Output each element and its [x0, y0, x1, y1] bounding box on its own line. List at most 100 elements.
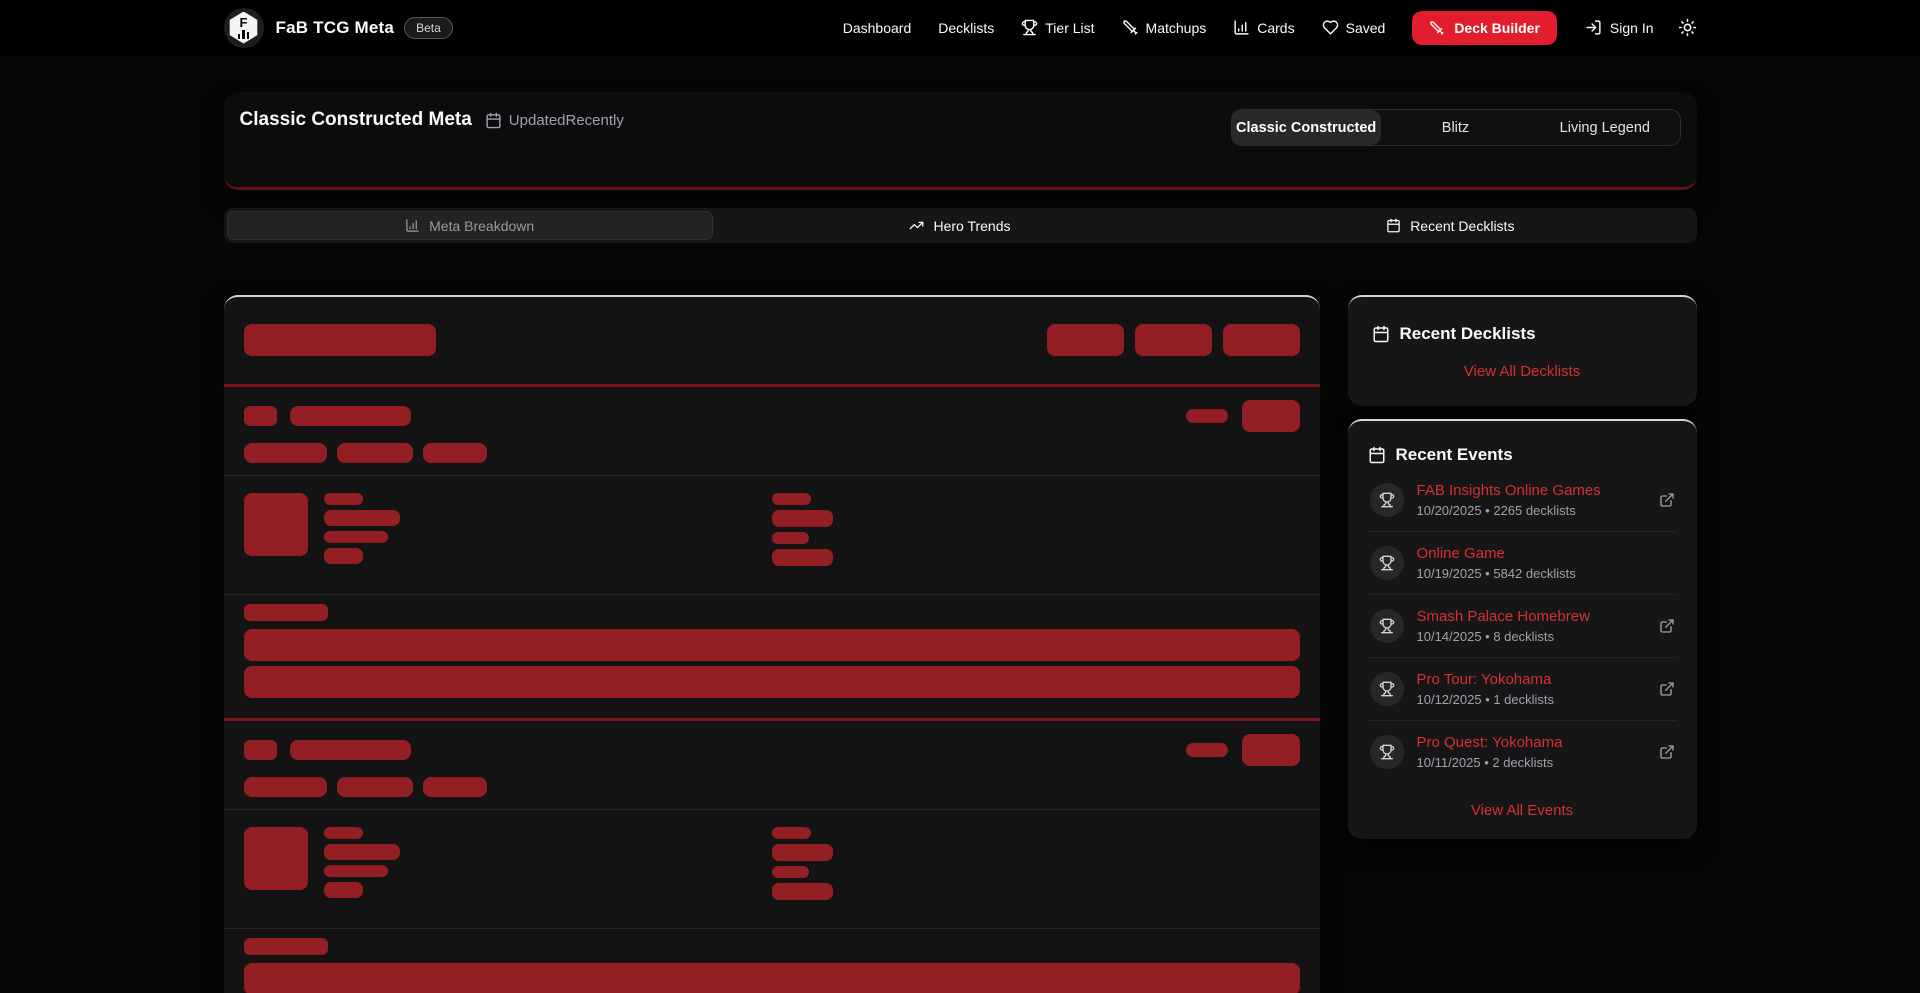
event-name[interactable]: Pro Quest: Yokohama — [1417, 734, 1563, 751]
brand-logo[interactable]: F — [224, 8, 264, 48]
skeleton-line — [324, 827, 363, 839]
skeleton-line — [772, 827, 811, 839]
skeleton-label — [244, 938, 328, 955]
skeleton-tag — [423, 443, 487, 463]
event-meta: 10/14/2025 • 8 decklists — [1417, 629, 1590, 644]
nav-saved[interactable]: Saved — [1322, 19, 1386, 36]
section-head-left — [244, 740, 411, 760]
external-link-icon[interactable] — [1659, 744, 1675, 760]
skeleton-line — [772, 549, 833, 566]
meta-card-header — [224, 297, 1320, 384]
recent-events-heading: Recent Events — [1368, 445, 1677, 465]
section-head-right — [1186, 400, 1300, 432]
skeleton-bar — [244, 963, 1300, 993]
section-col-left — [244, 827, 772, 900]
skeleton-stat-stack — [772, 827, 833, 900]
event-texts: FAB Insights Online Games 10/20/2025 • 2… — [1417, 482, 1601, 518]
event-texts: Pro Quest: Yokohama 10/11/2025 • 2 deckl… — [1417, 734, 1563, 770]
event-row[interactable]: FAB Insights Online Games 10/20/2025 • 2… — [1368, 469, 1677, 532]
skeleton-stat-stack — [772, 493, 833, 566]
format-tabs: Classic Constructed Blitz Living Legend — [1231, 109, 1681, 146]
skeleton-title — [244, 324, 436, 356]
section-footer — [244, 595, 1300, 698]
theme-toggle-button[interactable] — [1678, 18, 1697, 37]
skeleton-line — [772, 532, 809, 544]
skeleton-line — [772, 844, 833, 861]
event-name[interactable]: Online Game — [1417, 545, 1576, 562]
hero-section-skeleton — [224, 384, 1320, 718]
event-row[interactable]: Pro Quest: Yokohama 10/11/2025 • 2 deckl… — [1368, 721, 1677, 783]
event-list: FAB Insights Online Games 10/20/2025 • 2… — [1368, 469, 1677, 783]
deck-builder-button[interactable]: Deck Builder — [1412, 11, 1557, 45]
view-tabs: Meta Breakdown Hero Trends Recent Deckli… — [224, 208, 1697, 243]
section-tags — [244, 443, 1300, 463]
trending-up-icon — [909, 218, 924, 233]
updated-row: UpdatedRecently — [485, 112, 624, 129]
meta-card-header-actions — [1047, 324, 1300, 356]
calendar-icon — [1372, 325, 1390, 343]
external-link-icon[interactable] — [1659, 618, 1675, 634]
skeleton-stat — [1186, 743, 1228, 757]
nav-tier-list[interactable]: Tier List — [1021, 19, 1094, 36]
brand-title[interactable]: FaB TCG Meta — [276, 18, 395, 38]
tab-hero-trends[interactable]: Hero Trends — [717, 211, 1203, 240]
event-name[interactable]: FAB Insights Online Games — [1417, 482, 1601, 499]
nav-cards-label: Cards — [1257, 20, 1294, 36]
event-name[interactable]: Pro Tour: Yokohama — [1417, 671, 1555, 688]
tab-classic-constructed[interactable]: Classic Constructed — [1232, 110, 1381, 145]
event-meta: 10/20/2025 • 2265 decklists — [1417, 503, 1601, 518]
topbar: F FaB TCG Meta Beta Dashboard Decklists … — [0, 0, 1920, 55]
tab-living-legend[interactable]: Living Legend — [1530, 110, 1679, 145]
event-name[interactable]: Smash Palace Homebrew — [1417, 608, 1590, 625]
skeleton-line — [324, 510, 400, 526]
calendar-icon — [1386, 218, 1401, 233]
skeleton-line — [772, 883, 833, 900]
sidebar: Recent Decklists View All Decklists Rece… — [1348, 295, 1697, 839]
tab-recent-decklists-label: Recent Decklists — [1410, 218, 1514, 234]
external-link-icon[interactable] — [1659, 492, 1675, 508]
deck-builder-label: Deck Builder — [1454, 20, 1540, 36]
beta-badge: Beta — [404, 17, 453, 39]
event-row[interactable]: Online Game 10/19/2025 • 5842 decklists — [1368, 532, 1677, 595]
hero-section-skeleton — [224, 718, 1320, 993]
section-tags — [244, 777, 1300, 797]
view-all-events-link[interactable]: View All Events — [1368, 802, 1677, 819]
sign-in-label: Sign In — [1610, 20, 1654, 36]
skeleton-stat-stack — [324, 827, 400, 900]
trophy-icon — [1370, 609, 1404, 643]
event-texts: Smash Palace Homebrew 10/14/2025 • 8 dec… — [1417, 608, 1590, 644]
recent-events-card: Recent Events FAB Insights Online Games … — [1348, 419, 1697, 839]
recent-events-title: Recent Events — [1396, 445, 1513, 465]
page-header-card: Classic Constructed Meta UpdatedRecently… — [224, 92, 1697, 190]
event-row[interactable]: Smash Palace Homebrew 10/14/2025 • 8 dec… — [1368, 595, 1677, 658]
tab-blitz[interactable]: Blitz — [1381, 110, 1530, 145]
external-link-icon[interactable] — [1659, 681, 1675, 697]
skeleton-card-image — [244, 493, 308, 556]
section-head-right — [1186, 734, 1300, 766]
page-title: Classic Constructed Meta — [240, 109, 472, 131]
event-row[interactable]: Pro Tour: Yokohama 10/12/2025 • 1 deckli… — [1368, 658, 1677, 721]
skeleton-hero-name — [290, 406, 411, 426]
view-all-decklists-link[interactable]: View All Decklists — [1372, 363, 1673, 380]
trophy-icon — [1370, 735, 1404, 769]
tab-meta-breakdown[interactable]: Meta Breakdown — [227, 211, 713, 240]
skeleton-tag — [244, 443, 327, 463]
nav-decklists-label: Decklists — [938, 20, 994, 36]
tab-recent-decklists[interactable]: Recent Decklists — [1207, 211, 1693, 240]
section-col-right — [772, 493, 1300, 566]
section-content — [244, 810, 1300, 916]
logo-hexagon-icon: F — [229, 12, 259, 44]
sign-in-button[interactable]: Sign In — [1585, 19, 1654, 36]
nav-matchups[interactable]: Matchups — [1122, 19, 1207, 36]
tab-hero-trends-label: Hero Trends — [933, 218, 1010, 234]
skeleton-tag — [337, 443, 413, 463]
recent-decklists-heading: Recent Decklists — [1372, 324, 1673, 344]
skeleton-line — [772, 510, 833, 527]
skeleton-line — [772, 866, 809, 878]
skeleton-button — [1223, 324, 1300, 356]
nav-cards[interactable]: Cards — [1233, 19, 1294, 36]
event-meta: 10/12/2025 • 1 decklists — [1417, 692, 1555, 707]
nav-dashboard[interactable]: Dashboard — [843, 20, 912, 36]
section-head — [244, 400, 1300, 432]
nav-decklists[interactable]: Decklists — [938, 20, 994, 36]
